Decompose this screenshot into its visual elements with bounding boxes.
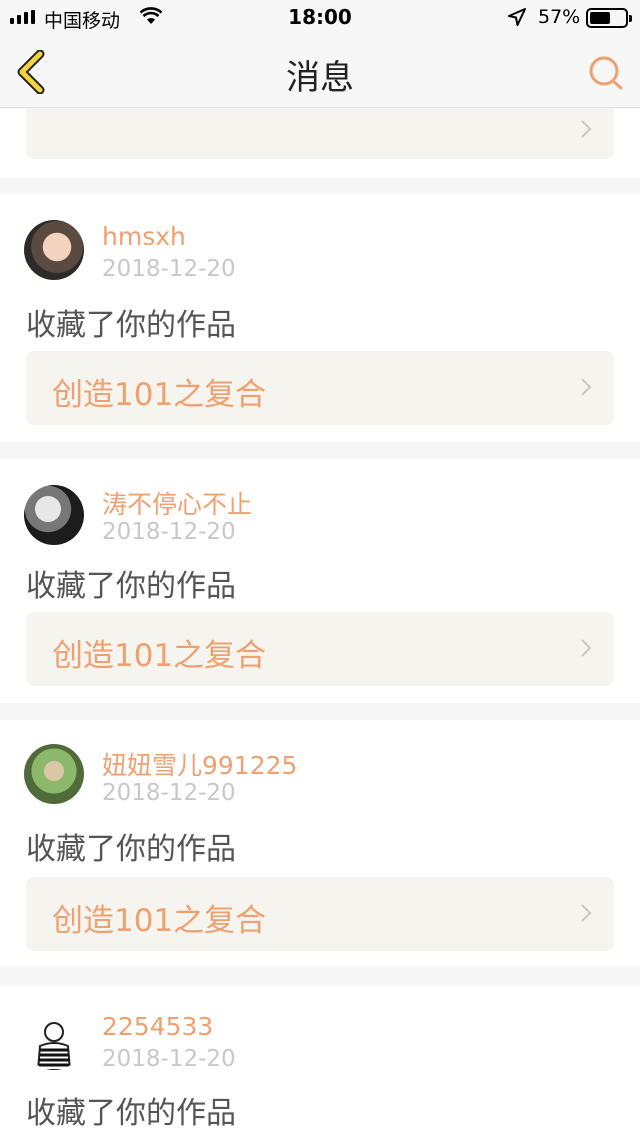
chevron-right-icon xyxy=(581,378,592,396)
avatar-image xyxy=(36,1022,72,1070)
chevron-right-icon xyxy=(581,639,592,657)
message-date: 2018-12-20 xyxy=(102,780,236,806)
message-list[interactable]: hmsxh 2018-12-20 收藏了你的作品 创造101之复合 涛不停心不止… xyxy=(0,109,640,1139)
page-title: 消息 xyxy=(286,58,354,98)
chevron-right-icon xyxy=(581,120,592,138)
action-text: 收藏了你的作品 xyxy=(26,1096,236,1131)
username[interactable]: hmsxh xyxy=(102,222,186,251)
message-date: 2018-12-20 xyxy=(102,519,236,545)
username[interactable]: 涛不停心不止 xyxy=(102,485,252,521)
work-link[interactable]: 创造101之复合 xyxy=(26,351,614,425)
username[interactable]: 妞妞雪儿991225 xyxy=(102,746,297,782)
work-link[interactable]: 创造101之复合 xyxy=(26,612,614,686)
message-date: 2018-12-20 xyxy=(102,1046,236,1072)
battery-percentage: 57% xyxy=(538,6,581,28)
search-icon[interactable] xyxy=(586,52,626,92)
work-title: 创造101之复合 xyxy=(52,377,267,413)
location-arrow-icon xyxy=(508,8,526,26)
message-date: 2018-12-20 xyxy=(102,256,236,282)
message-card xyxy=(0,109,640,178)
message-card: 妞妞雪儿991225 2018-12-20 收藏了你的作品 创造101之复合 xyxy=(0,720,640,966)
work-title: 创造101之复合 xyxy=(52,903,267,939)
chevron-right-icon xyxy=(581,904,592,922)
message-card: 涛不停心不止 2018-12-20 收藏了你的作品 创造101之复合 xyxy=(0,459,640,703)
battery-icon xyxy=(586,8,632,28)
action-text: 收藏了你的作品 xyxy=(26,308,236,343)
work-title: 创造101之复合 xyxy=(52,638,267,674)
action-text: 收藏了你的作品 xyxy=(26,832,236,867)
work-link[interactable]: 创造101之复合 xyxy=(26,877,614,951)
nav-bar: 消息 xyxy=(0,36,640,108)
avatar[interactable] xyxy=(24,220,84,280)
avatar[interactable] xyxy=(24,744,84,804)
avatar[interactable] xyxy=(24,1010,84,1070)
work-link[interactable] xyxy=(26,109,614,159)
message-card: hmsxh 2018-12-20 收藏了你的作品 创造101之复合 xyxy=(0,194,640,442)
message-card: 2254533 2018-12-20 收藏了你的作品 xyxy=(0,986,640,1139)
avatar[interactable] xyxy=(24,485,84,545)
action-text: 收藏了你的作品 xyxy=(26,569,236,604)
username[interactable]: 2254533 xyxy=(102,1012,213,1041)
status-bar: 中国移动 18:00 57% xyxy=(0,0,640,36)
